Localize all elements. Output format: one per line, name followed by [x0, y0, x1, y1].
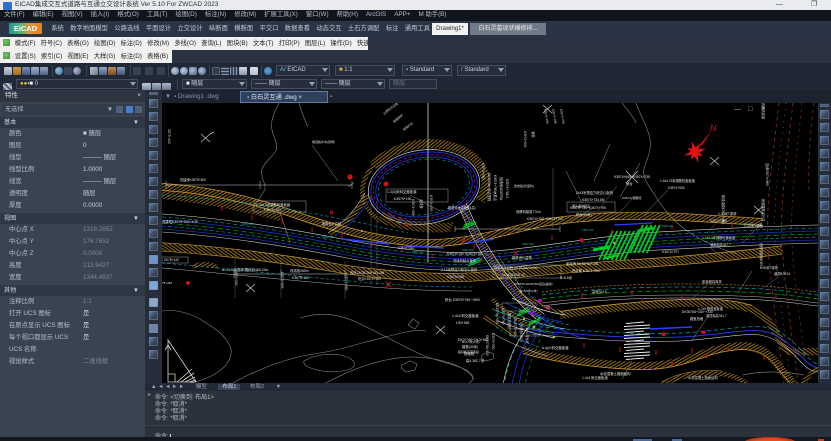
svg-text:路基设计高程: 路基设计高程 — [322, 221, 342, 226]
svg-text:K357+00: K357+00 — [582, 228, 594, 232]
svg-text:改线段DK3575A: 改线段DK3575A — [499, 177, 504, 201]
svg-text:ZK75+140: ZK75+140 — [164, 258, 179, 262]
svg-text:DK3575-DK3575A(回头曲线): DK3575-DK3575A(回头曲线) — [514, 281, 553, 286]
svg-text:K3574+705~K3574+790: K3574+705~K3574+790 — [527, 217, 563, 221]
svg-text:坡顶截水沟(浆砌): 坡顶截水沟(浆砌) — [312, 139, 335, 144]
svg-text:路基设计高程(标高): 路基设计高程(标高) — [448, 205, 476, 210]
svg-text:1-4x3 斜交盖板涵: 1-4x3 斜交盖板涵 — [542, 345, 569, 350]
svg-text:改移机耕道770m: 改移机耕道770m — [516, 209, 541, 214]
svg-text:K3574+760水准点: K3574+760水准点 — [493, 175, 498, 202]
svg-text:K3574+734.5M: K3574+734.5M — [582, 198, 605, 202]
svg-text:坡面防护: 坡面防护 — [392, 112, 405, 123]
svg-text:K3574+781.5: K3574+781.5 — [505, 179, 509, 198]
svg-text:K3574+660: K3574+660 — [543, 108, 550, 124]
svg-text:2x13米预应力砼空心板桥: 2x13米预应力砼空心板桥 — [576, 190, 614, 195]
svg-text:K357+00: K357+00 — [462, 248, 474, 252]
svg-text:1-7x5.4米钢筋砼盖板涵: 1-7x5.4米钢筋砼盖板涵 — [702, 235, 735, 240]
svg-text:K3575+760: K3575+760 — [501, 308, 505, 325]
svg-text:浆砌片石: 浆砌片石 — [402, 120, 415, 131]
svg-text:2-13米预应力砼空心板桥: 2-13米预应力砼空心板桥 — [441, 267, 478, 272]
svg-text:土质挖方边坡: 土质挖方边坡 — [382, 103, 399, 116]
svg-text:B=8.5米: B=8.5米 — [560, 275, 573, 280]
svg-text:K3574+640: K3574+640 — [523, 131, 527, 148]
svg-text:1-4(3)米斜交盖板涵: 1-4(3)米斜交盖板涵 — [387, 189, 417, 194]
svg-text:B=24.5米(整体式): B=24.5米(整体式) — [222, 267, 249, 272]
svg-text:桥台尾 K3574+960: 桥台尾 K3574+960 — [572, 268, 600, 273]
svg-text:涵洞: 涵洞 — [531, 131, 536, 137]
svg-text:匝道桥 DK3575A+243: 匝道桥 DK3575A+243 — [566, 261, 599, 266]
svg-text:—: — — [734, 106, 741, 113]
svg-text:K357+00: K357+00 — [322, 235, 334, 239]
svg-text:支线桥: 支线桥 — [419, 199, 424, 209]
svg-text:DK3575+880: DK3575+880 — [513, 318, 517, 337]
svg-text:N: N — [710, 123, 717, 133]
svg-text:DK3575A+060: DK3575A+060 — [495, 303, 499, 324]
svg-text:ZK75+420: ZK75+420 — [167, 129, 171, 144]
svg-text:改线 DK3575A+243.498: 改线 DK3575A+243.498 — [350, 270, 385, 275]
svg-text:□: □ — [748, 106, 753, 113]
svg-text:K3574+250: K3574+250 — [429, 195, 433, 212]
svg-text:改建段K3575+500~K35: 改建段K3575+500~K35 — [162, 219, 198, 224]
svg-text:K357+00: K357+00 — [412, 250, 424, 254]
svg-text:水泥混凝土路面结构: 水泥混凝土路面结构 — [688, 375, 718, 380]
svg-text:1-3x2.5米钢筋砼盖板涵: 1-3x2.5米钢筋砼盖板涵 — [256, 202, 291, 207]
svg-text:K3575+960: K3575+960 — [344, 274, 348, 291]
svg-text:匝道超高渐变: 匝道超高渐变 — [702, 279, 722, 284]
svg-text:K357+00: K357+00 — [522, 242, 534, 246]
svg-text:桥台 K3575+760~+800: 桥台 K3575+760~+800 — [445, 297, 480, 302]
svg-text:涵洞K3574: 涵洞K3574 — [774, 271, 790, 276]
svg-text:改建段K3575+500: 改建段K3575+500 — [180, 177, 206, 182]
svg-text:1-30米T梁桥: 1-30米T梁桥 — [744, 223, 764, 228]
svg-text:K3575+196: K3575+196 — [394, 197, 412, 201]
svg-text:K357+00: K357+00 — [242, 222, 254, 226]
svg-text:桥台: 桥台 — [626, 181, 633, 186]
svg-text:1-30米T梁桥: 1-30米T梁桥 — [718, 211, 737, 216]
svg-text:DK3575A+综合里程: DK3575A+综合里程 — [487, 173, 492, 202]
svg-text:DK3+760~DK3+940: DK3+760~DK3+940 — [458, 338, 489, 342]
svg-text:K3575+463: K3575+463 — [264, 208, 281, 212]
svg-text:K3575+058: K3575+058 — [447, 275, 464, 279]
svg-text:1-4x3 斜交盖板涵: 1-4x3 斜交盖板涵 — [452, 313, 479, 318]
svg-text:改线段(长度约): 改线段(长度约) — [514, 183, 534, 188]
svg-text:水泥混凝土路面结构: 水泥混凝土路面结构 — [600, 371, 631, 376]
svg-text:K3574+735~K3574+795: K3574+735~K3574+795 — [570, 206, 606, 210]
svg-text:改线段285m: 改线段285m — [290, 268, 309, 273]
svg-text:L90+265: L90+265 — [456, 321, 469, 325]
svg-text:K3575+900: K3575+900 — [491, 333, 495, 350]
svg-text:匝道路基设计高: 匝道路基设计高 — [761, 199, 766, 221]
svg-text:B=4.5米(3米): B=4.5米(3米) — [520, 288, 538, 293]
svg-text:挡墙段: 挡墙段 — [464, 351, 475, 356]
svg-text:K3574+968: K3574+968 — [710, 219, 727, 223]
svg-text:DK3575A+180~+240: DK3575A+180~+240 — [682, 310, 713, 314]
svg-text:改移机耕道K3574: 改移机耕道K3574 — [759, 243, 764, 268]
svg-text:75+463: 75+463 — [162, 281, 172, 285]
svg-text:K3574+680: K3574+680 — [551, 108, 558, 124]
svg-text:涵底标高347.7: 涵底标高347.7 — [710, 242, 731, 247]
svg-text:=K3574+635.49: =K3574+635.49 — [502, 273, 525, 277]
svg-text:高4,362.7米: 高4,362.7米 — [466, 358, 485, 363]
svg-text:高程342.5: 高程342.5 — [592, 289, 607, 294]
svg-text:K3574+300: K3574+300 — [411, 199, 415, 216]
svg-text:K3574+645~K3574+735: K3574+645~K3574+735 — [614, 175, 650, 179]
svg-text:K3574+700: K3574+700 — [559, 108, 566, 124]
svg-text:支线K3574+860: 支线K3574+860 — [765, 163, 770, 186]
svg-text:改线段K3575: 改线段K3575 — [519, 323, 524, 342]
svg-text:路基挡墙段: 路基挡墙段 — [507, 313, 512, 330]
svg-text:终点K3575+960: 终点K3575+960 — [358, 276, 381, 281]
svg-text:路堑挡墙: 路堑挡墙 — [690, 316, 704, 321]
svg-text:路基(30米): 路基(30米) — [462, 344, 478, 349]
svg-text:K3574+797: K3574+797 — [662, 250, 679, 254]
svg-text:K3574+560: K3574+560 — [481, 163, 485, 180]
svg-text:改线段起点桩号: 改线段起点桩号 — [453, 258, 477, 263]
svg-text:K3575+310: K3575+310 — [398, 246, 415, 250]
svg-text:×: × — [761, 106, 765, 113]
svg-text:路基设计高程: 路基设计高程 — [512, 255, 532, 260]
svg-text:路基设计高程 DK3575A+0.000: 路基设计高程 DK3575A+0.000 — [494, 265, 538, 270]
svg-text:1-6x4.75米钢筋砼盖板涵: 1-6x4.75米钢筋砼盖板涵 — [660, 178, 695, 183]
svg-text:K3574+526: K3574+526 — [668, 186, 685, 190]
svg-text:K3574+760~K3574+781: K3574+760~K3574+781 — [447, 252, 483, 256]
